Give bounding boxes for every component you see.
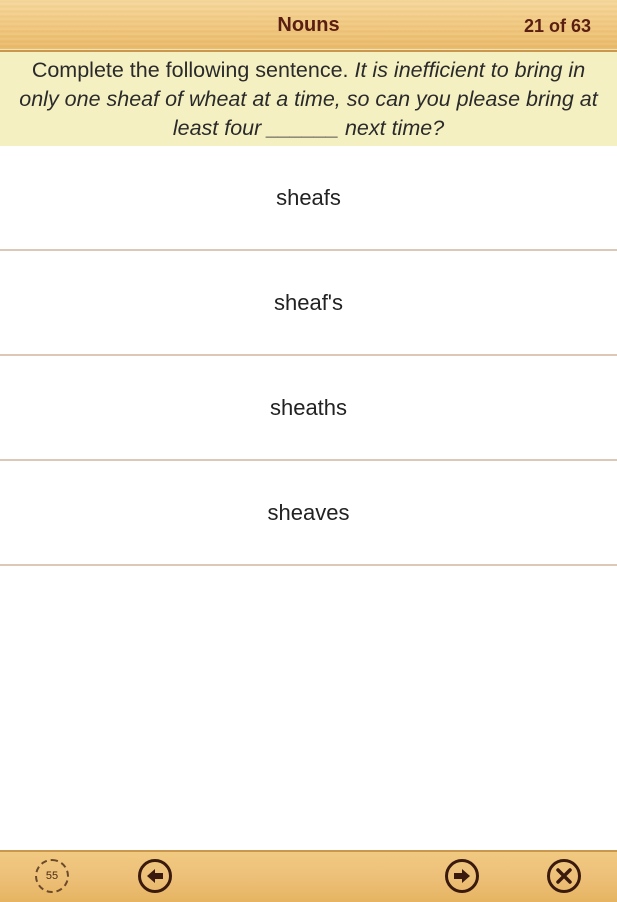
question-prompt: Complete the following sentence. It is i… — [0, 52, 617, 146]
answer-option-1[interactable]: sheafs — [0, 146, 617, 251]
back-button[interactable] — [138, 859, 172, 893]
question-counter: 21 of 63 — [523, 16, 591, 36]
next-button[interactable] — [445, 859, 479, 893]
answer-option-3[interactable]: sheaths — [0, 356, 617, 461]
close-icon — [556, 868, 572, 884]
answer-list: sheafs sheaf's sheaths sheaves — [0, 146, 617, 566]
timer-value: 55 — [45, 870, 59, 882]
arrow-left-icon — [147, 869, 163, 883]
answer-option-2[interactable]: sheaf's — [0, 251, 617, 356]
answer-option-4[interactable]: sheaves — [0, 461, 617, 566]
top-bar: Nouns 21 of 63 — [0, 0, 617, 52]
question-lead: Complete the following sentence. — [31, 58, 349, 82]
bottom-toolbar: 55 — [0, 850, 617, 902]
arrow-right-icon — [454, 869, 470, 883]
timer-icon[interactable]: 55 — [35, 859, 69, 893]
close-button[interactable] — [547, 859, 581, 893]
